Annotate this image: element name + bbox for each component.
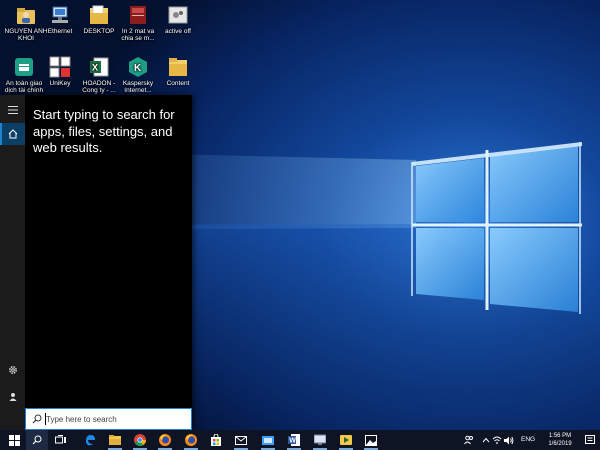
svg-text:K: K [134, 63, 142, 74]
photos-button[interactable] [360, 430, 382, 450]
people-button[interactable] [463, 430, 475, 450]
volume-button[interactable] [504, 430, 514, 450]
search-hint-text: Start typing to search for apps, files, … [33, 107, 175, 155]
home-icon [8, 129, 17, 139]
svg-text:X: X [92, 63, 98, 73]
start-menu-rail [0, 95, 25, 430]
desktop-icon-ethernet[interactable]: Ethernet [38, 4, 82, 35]
taskbar-app-2[interactable] [309, 430, 331, 450]
input-language-indicator[interactable]: ENG [521, 430, 535, 450]
desktop-icon-print-book[interactable]: In 2 mat va chia se m... [116, 4, 160, 42]
photos-icon [365, 434, 377, 446]
wifi-button[interactable] [492, 430, 502, 450]
firefox-button-1[interactable] [154, 430, 176, 450]
notification-icon [585, 435, 595, 444]
search-input[interactable] [46, 412, 186, 426]
mail-button[interactable] [230, 430, 252, 450]
power-button[interactable] [0, 385, 25, 407]
hamburger-icon [7, 106, 18, 114]
taskbar-clock[interactable]: 1:56 PM 1/6/2019 [540, 432, 580, 448]
firefox-icon [185, 434, 197, 446]
volume-icon [504, 436, 514, 444]
search-icon [32, 435, 42, 445]
task-view-icon [55, 435, 66, 444]
desktop-icon-hoadon[interactable]: X HOADON - Cong ty - ... [77, 56, 121, 94]
desktop-icon-active-off[interactable]: active off [156, 4, 200, 35]
desktop-icon-unikey[interactable]: UniKey [38, 56, 82, 87]
folder-icon [88, 4, 110, 26]
file-explorer-button[interactable] [104, 430, 126, 450]
wifi-icon [492, 436, 502, 444]
gear-icon [8, 366, 17, 374]
chrome-button[interactable] [129, 430, 151, 450]
hamburger-menu-button[interactable] [0, 99, 25, 121]
taskbar-app-3[interactable] [335, 430, 357, 450]
app-icon [340, 435, 352, 445]
svg-text:W: W [289, 438, 296, 445]
network-icon [49, 4, 71, 26]
show-hidden-icons-button[interactable] [481, 430, 491, 450]
book-icon [127, 4, 149, 26]
taskbar-search-box[interactable] [25, 408, 192, 430]
search-taskbar-button[interactable] [26, 430, 48, 450]
chrome-icon [134, 434, 146, 446]
file-explorer-icon [109, 435, 121, 445]
power-icon [9, 393, 16, 401]
clock-time: 1:56 PM [548, 433, 572, 439]
kaspersky-icon: K [127, 56, 149, 78]
home-button[interactable] [0, 123, 25, 145]
edge-icon [86, 435, 95, 446]
taskbar: W ENG 1:56 PM 1/6/2019 [0, 430, 600, 450]
people-icon [464, 435, 473, 445]
desktop-icon-content[interactable]: Content [156, 56, 200, 87]
desktop-icon-desktop-folder[interactable]: DESKTOP [77, 4, 121, 35]
unikey-icon [49, 56, 71, 78]
taskbar-app-1[interactable] [257, 430, 279, 450]
task-view-button[interactable] [50, 430, 72, 450]
excel-icon: X [88, 56, 110, 78]
chevron-up-icon [482, 437, 490, 443]
windows-logo-icon [8, 434, 20, 446]
word-button[interactable]: W [283, 430, 305, 450]
search-icon [32, 414, 42, 424]
firefox-icon [159, 434, 171, 446]
shortcut-icon [167, 4, 189, 26]
store-button[interactable] [205, 430, 227, 450]
action-center-button[interactable] [583, 430, 597, 450]
monitor-icon [314, 434, 326, 445]
settings-button[interactable] [0, 359, 25, 381]
start-menu: Start typing to search for apps, files, … [0, 95, 192, 430]
edge-button[interactable] [79, 430, 101, 450]
clock-date: 1/6/2019 [548, 441, 572, 447]
user-folder-icon [15, 4, 37, 26]
desktop-icon-kaspersky[interactable]: K Kaspersky Internet... [116, 56, 160, 94]
kaspersky-safe-money-icon [13, 56, 35, 78]
store-icon [211, 434, 221, 446]
start-button[interactable] [3, 430, 25, 450]
folder-icon [167, 56, 189, 78]
app-window-icon [262, 436, 274, 445]
mail-icon [235, 435, 247, 445]
word-icon: W [288, 434, 300, 446]
firefox-button-2[interactable] [180, 430, 202, 450]
